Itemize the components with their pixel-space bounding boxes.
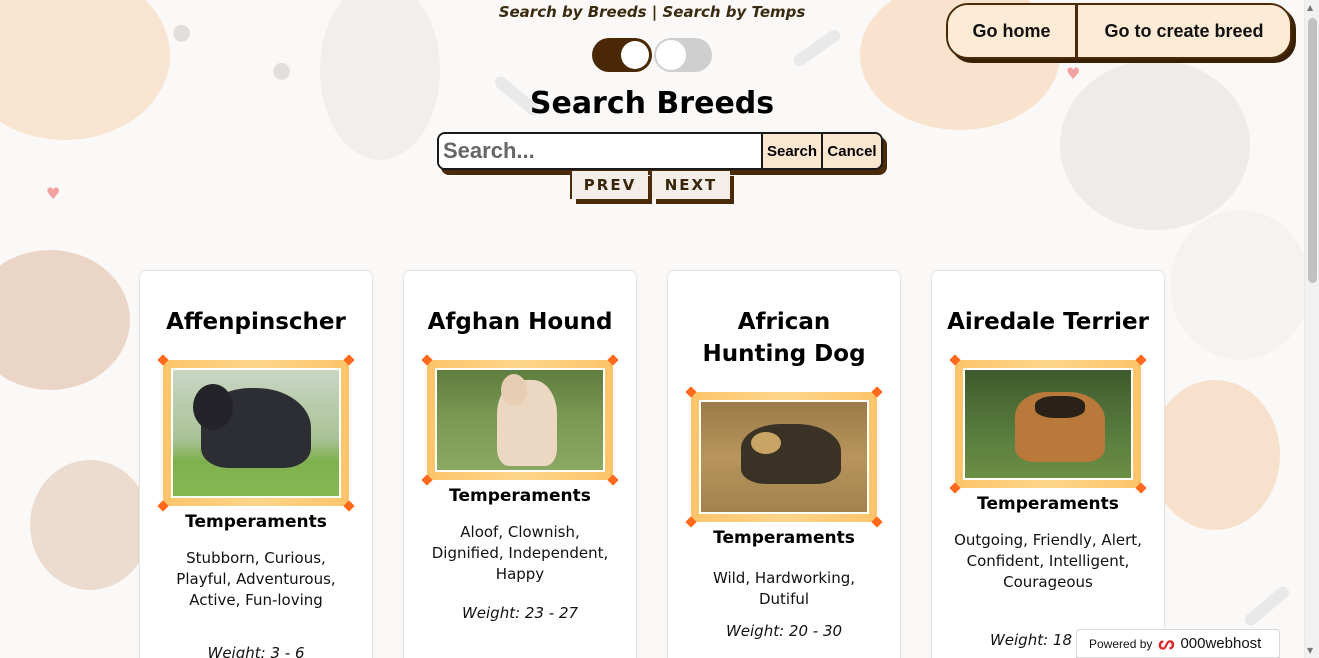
temperaments-text: Aloof, Clownish, Dignified, Independent,…: [431, 523, 609, 583]
dog-figure: [741, 424, 841, 484]
prev-page-button[interactable]: PREV: [572, 171, 648, 199]
weight-text: Weight: 3 - 6: [207, 644, 305, 658]
scroll-down-arrow-icon[interactable]: ▼: [1307, 646, 1313, 655]
breed-photo: [963, 368, 1133, 480]
breed-name: Airedale Terrier: [947, 309, 1149, 335]
bone-icon: [791, 27, 843, 69]
temperaments-heading: Temperaments: [713, 528, 855, 548]
search-button[interactable]: Search: [761, 134, 821, 168]
toggle-off[interactable]: [654, 38, 712, 72]
weight-text: Weight: 20 - 30: [725, 622, 843, 640]
powered-by-badge[interactable]: Powered by ᔕ 000webhost: [1076, 629, 1280, 658]
breed-name: Affenpinscher: [166, 309, 346, 335]
breed-name: African Hunting Dog: [702, 309, 866, 367]
vertical-scrollbar[interactable]: ▲ ▼: [1304, 0, 1319, 658]
breed-card[interactable]: Afghan Hound Temperaments Aloof, Clownis…: [403, 270, 637, 658]
go-to-create-breed-button[interactable]: Go to create breed: [1078, 5, 1290, 57]
paw-print-icon: ●: [172, 20, 192, 45]
dog-illustration: [1150, 380, 1280, 530]
bone-icon: [1242, 584, 1292, 628]
breed-image-frame: [949, 354, 1147, 494]
photo-scene: [701, 402, 867, 512]
scrollbar-thumb[interactable]: [1308, 18, 1317, 283]
temperaments-heading: Temperaments: [449, 486, 591, 506]
page-title: Search Breeds: [529, 86, 775, 121]
search-mode-toggle[interactable]: [592, 38, 714, 72]
breed-card[interactable]: African Hunting Dog Temperaments Wild, H…: [667, 270, 901, 658]
breed-image-frame: [421, 354, 619, 486]
dog-saddle: [1035, 396, 1085, 418]
go-home-button[interactable]: Go home: [948, 5, 1078, 57]
photo-scene: [437, 370, 603, 470]
weight-text: Weight: 23 - 27: [461, 604, 579, 622]
toggle-on[interactable]: [592, 38, 652, 72]
breed-photo: [699, 400, 869, 514]
top-navigation: Go home Go to create breed: [946, 3, 1292, 59]
cat-illustration: [30, 460, 150, 590]
next-page-button[interactable]: NEXT: [652, 171, 730, 199]
webhost-logo-icon: ᔕ: [1158, 633, 1175, 653]
breed-image-frame: [685, 386, 883, 528]
breed-image-frame: [157, 354, 355, 512]
paw-print-icon: ●: [272, 58, 292, 83]
dog-head: [501, 374, 527, 406]
temperaments-text: Outgoing, Friendly, Alert, Confident, In…: [954, 531, 1142, 591]
cancel-button[interactable]: Cancel: [821, 134, 881, 168]
toggle-knob: [656, 40, 686, 70]
heart-icon: ♥: [1066, 64, 1081, 83]
dog-spot: [751, 432, 781, 454]
search-input[interactable]: [439, 134, 761, 168]
temperaments-heading: Temperaments: [977, 494, 1119, 514]
temperaments-text: Wild, Hardworking, Dutiful: [712, 569, 856, 608]
scroll-up-arrow-icon[interactable]: ▲: [1307, 3, 1313, 12]
dog-illustration: [1170, 210, 1310, 360]
dalmatian-illustration: [320, 0, 440, 160]
dog-illustration: [0, 250, 130, 390]
temperaments-heading: Temperaments: [185, 512, 327, 532]
search-bar-frame: Search Cancel: [437, 132, 883, 170]
breed-photo: [171, 368, 341, 498]
temperaments-text: Stubborn, Curious, Playful, Adventurous,…: [176, 549, 336, 609]
breed-photo: [435, 368, 605, 472]
search-bar: Search Cancel: [437, 132, 883, 170]
breed-card[interactable]: Affenpinscher Temperaments Stubborn, Cur…: [139, 270, 373, 658]
breed-card[interactable]: Airedale Terrier Temperaments Outgoing, …: [931, 270, 1165, 658]
photo-scene: [173, 370, 339, 496]
breed-name: Afghan Hound: [427, 309, 613, 335]
photo-scene: [965, 370, 1131, 478]
powered-by-label: Powered by: [1089, 636, 1153, 651]
dog-head: [193, 384, 233, 430]
pagination: PREV NEXT: [572, 171, 730, 199]
brand-name: 000webhost: [1180, 635, 1262, 652]
toggle-knob: [621, 41, 649, 69]
heart-icon: ♥: [46, 184, 61, 203]
